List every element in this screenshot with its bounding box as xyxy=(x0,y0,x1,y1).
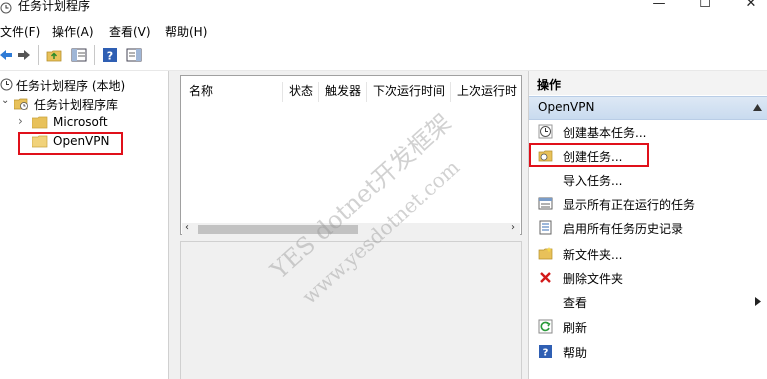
column-header-trigger[interactable]: 触发器 xyxy=(319,82,367,102)
action-label: 帮助 xyxy=(563,346,588,360)
column-header-last-run[interactable]: 上次运行时 xyxy=(451,82,521,102)
action-label: 新文件夹... xyxy=(563,248,623,262)
horizontal-scrollbar[interactable]: ‹ › xyxy=(182,222,520,236)
show-hide-tree-icon[interactable] xyxy=(71,47,87,63)
action-refresh[interactable]: 刷新 xyxy=(529,315,767,339)
svg-text:?: ? xyxy=(543,348,549,359)
delete-icon xyxy=(540,272,551,283)
history-icon xyxy=(539,220,552,235)
close-button[interactable]: ✕ xyxy=(728,0,767,16)
column-header-name[interactable]: 名称 xyxy=(183,82,283,102)
action-label: 刷新 xyxy=(563,321,588,335)
refresh-icon xyxy=(538,319,553,334)
column-header-next-run[interactable]: 下次运行时间 xyxy=(367,82,451,102)
actions-header-label: 操作 xyxy=(537,78,562,92)
folder-up-icon[interactable] xyxy=(46,47,62,63)
action-view[interactable]: 查看 xyxy=(529,290,767,314)
task-scheduler-icon xyxy=(0,2,12,14)
tree-label-library: 任务计划程序库 xyxy=(34,98,119,112)
action-label: 创建基本任务... xyxy=(563,126,647,140)
console-tree: 任务计划程序 (本地) ⌄ 任务计划程序库 › Microsoft OpenVP… xyxy=(0,71,169,379)
clock-icon xyxy=(538,124,553,139)
action-show-running-tasks[interactable]: 显示所有正在运行的任务 xyxy=(529,192,767,216)
section-header-label: OpenVPN xyxy=(538,100,595,114)
highlight-box-openvpn xyxy=(18,132,123,155)
section-header-openvpn[interactable]: OpenVPN xyxy=(529,96,767,120)
help-icon[interactable]: ? xyxy=(102,47,118,63)
back-arrow-icon[interactable] xyxy=(0,47,14,63)
submenu-arrow-icon xyxy=(755,297,761,306)
task-list-pane: 名称 状态 触发器 下次运行时间 上次运行时 ‹ › xyxy=(176,71,522,379)
column-header-status[interactable]: 状态 xyxy=(283,82,319,102)
list-icon xyxy=(538,197,553,210)
folder-icon xyxy=(32,116,48,129)
action-import-task[interactable]: 导入任务... xyxy=(529,168,767,192)
action-help[interactable]: ? 帮助 xyxy=(529,340,767,364)
menu-action[interactable]: 操作(A) xyxy=(52,23,94,40)
task-list[interactable]: 名称 状态 触发器 下次运行时间 上次运行时 ‹ › xyxy=(180,75,522,236)
clock-icon xyxy=(0,78,13,91)
menu-file[interactable]: 文件(F) xyxy=(0,23,40,40)
menu-view[interactable]: 查看(V) xyxy=(109,23,151,40)
help-icon: ? xyxy=(539,345,552,359)
action-enable-history[interactable]: 启用所有任务历史记录 xyxy=(529,216,767,240)
action-label: 显示所有正在运行的任务 xyxy=(563,198,696,212)
folder-icon xyxy=(538,247,553,260)
show-action-pane-icon[interactable] xyxy=(126,47,142,63)
tree-label-microsoft: Microsoft xyxy=(53,115,108,129)
tree-label-root: 任务计划程序 (本地) xyxy=(16,79,126,93)
chevron-down-icon[interactable]: ⌄ xyxy=(1,95,9,106)
action-label: 启用所有任务历史记录 xyxy=(563,222,684,236)
action-new-folder[interactable]: 新文件夹... xyxy=(529,242,767,266)
action-label: 删除文件夹 xyxy=(563,272,624,286)
action-create-basic-task[interactable]: 创建基本任务... xyxy=(529,120,767,144)
scroll-left-icon[interactable]: ‹ xyxy=(185,222,189,233)
menu-bar: 文件(F) 操作(A) 查看(V) 帮助(H) xyxy=(0,20,767,41)
action-label: 导入任务... xyxy=(563,174,623,188)
task-detail-pane xyxy=(180,241,522,379)
chevron-right-icon[interactable]: › xyxy=(18,114,23,128)
action-label: 查看 xyxy=(563,296,588,310)
toolbar: ? xyxy=(0,41,767,71)
actions-header: 操作 xyxy=(529,71,767,95)
window-title: 任务计划程序 xyxy=(18,0,91,13)
forward-arrow-icon[interactable] xyxy=(16,47,32,63)
main-area: 任务计划程序 (本地) ⌄ 任务计划程序库 › Microsoft OpenVP… xyxy=(0,71,767,379)
folder-clock-icon xyxy=(14,98,28,110)
collapse-triangle-icon[interactable] xyxy=(753,104,762,111)
minimize-button[interactable]: — xyxy=(636,0,682,16)
title-bar: 任务计划程序 — ☐ ✕ xyxy=(0,0,767,20)
menu-help[interactable]: 帮助(H) xyxy=(165,23,207,40)
action-delete-folder[interactable]: 删除文件夹 xyxy=(529,266,767,290)
actions-pane: 操作 OpenVPN 创建基本任务... 创建任务... 导入任务... 显示所… xyxy=(528,71,767,379)
svg-text:?: ? xyxy=(107,50,113,63)
highlight-box-create-task xyxy=(529,143,649,167)
maximize-button[interactable]: ☐ xyxy=(682,0,728,16)
scroll-right-icon[interactable]: › xyxy=(511,222,515,233)
scrollbar-thumb[interactable] xyxy=(198,225,358,234)
